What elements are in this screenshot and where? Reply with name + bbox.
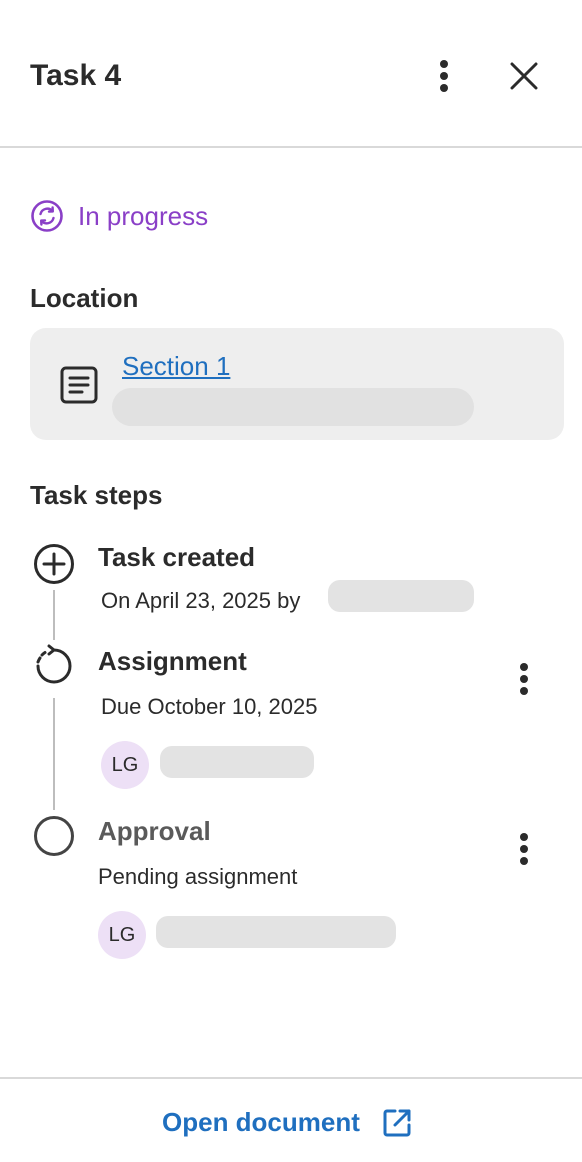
kebab-vertical-icon	[440, 60, 448, 92]
approver-name-placeholder	[156, 916, 396, 948]
step-title: Task created	[98, 542, 256, 572]
open-document-label: Open document	[162, 1107, 360, 1137]
timeline-connector	[53, 698, 55, 810]
step-title: Approval	[98, 816, 211, 846]
location-path-placeholder	[112, 388, 474, 426]
status-indicator: In progress	[30, 196, 208, 236]
more-options-button[interactable]	[429, 51, 459, 101]
timeline-connector	[53, 590, 55, 640]
plus-circle-icon	[34, 544, 74, 584]
avatar: LG	[101, 741, 149, 789]
step-title: Assignment	[98, 646, 247, 676]
kebab-vertical-icon	[520, 663, 528, 695]
task-steps-heading: Task steps	[30, 480, 163, 510]
step-options-button[interactable]	[509, 824, 539, 874]
panel-header: Task 4	[0, 0, 582, 148]
step-subtitle: Pending assignment	[98, 864, 298, 889]
document-icon	[60, 366, 98, 404]
open-document-button[interactable]: Open document	[162, 1107, 412, 1138]
avatar: LG	[98, 911, 146, 959]
location-heading: Location	[30, 283, 139, 313]
kebab-vertical-icon	[520, 833, 528, 865]
step-subtitle: Due October 10, 2025	[101, 694, 318, 719]
sync-icon	[31, 200, 63, 232]
panel-footer: Open document	[0, 1077, 582, 1162]
status-label: In progress	[78, 200, 209, 231]
panel-title: Task 4	[30, 59, 122, 92]
step-subtitle: On April 23, 2025 by	[101, 588, 301, 613]
close-button[interactable]	[500, 52, 548, 100]
section-link[interactable]: Section 1	[122, 350, 230, 382]
step-options-button[interactable]	[509, 654, 539, 704]
external-link-icon	[383, 1109, 411, 1136]
empty-circle-icon	[34, 816, 74, 856]
progress-rotate-icon	[36, 644, 72, 684]
location-card: Section 1	[30, 328, 564, 440]
creator-name-placeholder	[328, 580, 474, 612]
close-icon	[510, 62, 538, 90]
assignee-name-placeholder	[160, 746, 314, 778]
